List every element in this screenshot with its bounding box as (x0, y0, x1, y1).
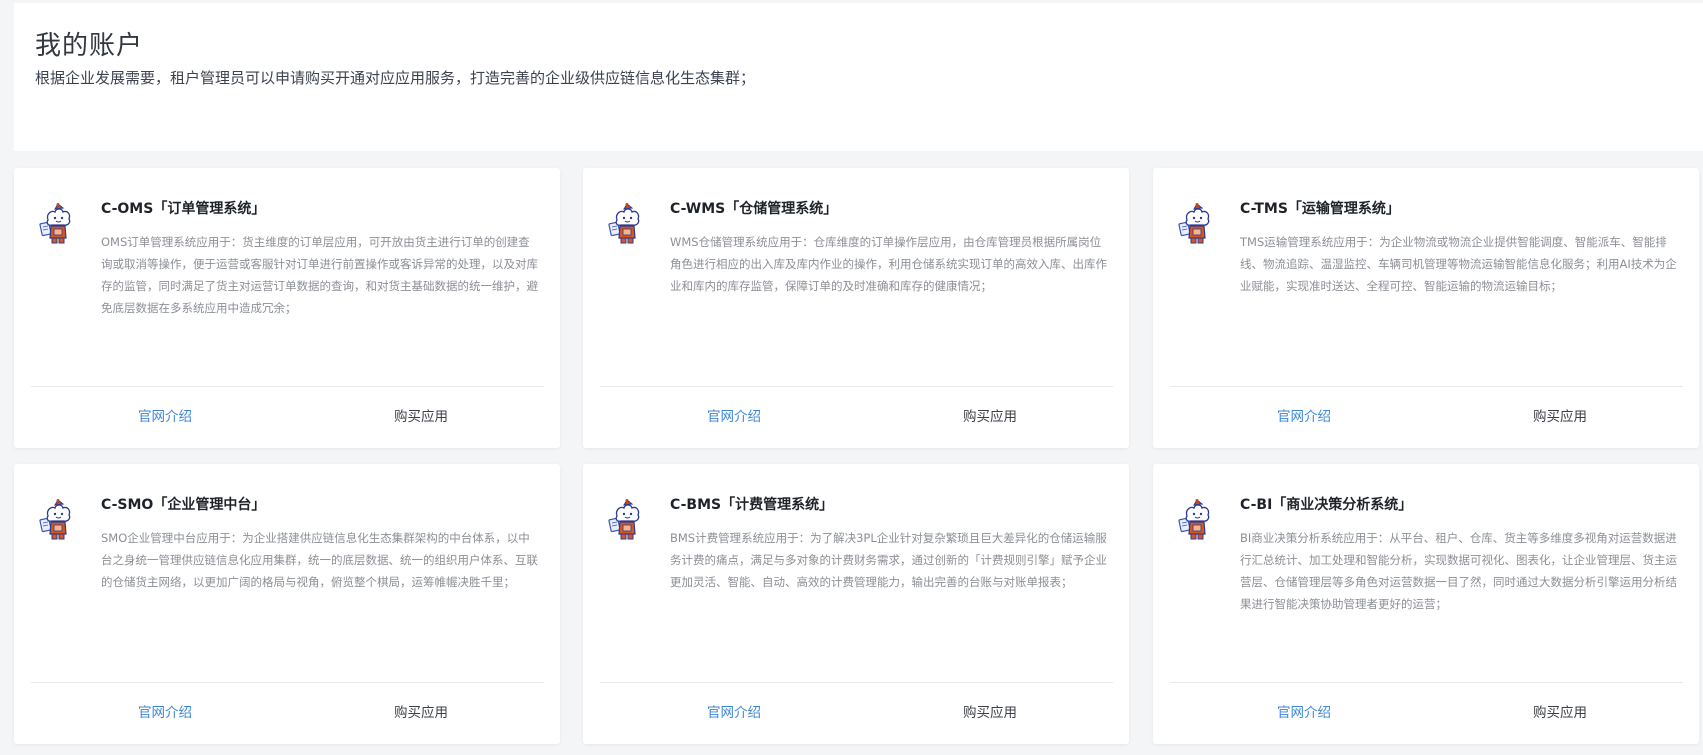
card-title: C-BI「商业决策分析系统」 (1240, 497, 1413, 513)
card-divider (600, 386, 1113, 387)
card-title: C-BMS「计费管理系统」 (670, 497, 834, 513)
buy-button[interactable]: 购买应用 (867, 692, 1113, 734)
intro-button[interactable]: 官网介绍 (611, 396, 857, 438)
mascot-icon (38, 498, 78, 542)
app-card-oms: C-OMS「订单管理系统」 OMS订单管理系统应用于：货主维度的订单层应用，可开… (14, 168, 560, 448)
app-card-bi: C-BI「商业决策分析系统」 BI商业决策分析系统应用于：从平台、租户、仓库、货… (1153, 464, 1699, 744)
card-divider (31, 682, 544, 683)
card-description: BMS计费管理系统应用于：为了解决3PL企业针对复杂繁琐且巨大差异化的仓储运输服… (670, 531, 1107, 589)
intro-button[interactable]: 官网介绍 (611, 692, 857, 734)
card-divider (1170, 386, 1683, 387)
page-subtitle: 根据企业发展需要，租户管理员可以申请购买开通对应应用服务，打造完善的企业级供应链… (35, 69, 756, 87)
intro-button[interactable]: 官网介绍 (42, 692, 288, 734)
account-header: 我的账户 根据企业发展需要，租户管理员可以申请购买开通对应应用服务，打造完善的企… (14, 3, 1703, 151)
buy-button[interactable]: 购买应用 (867, 396, 1113, 438)
page-title: 我的账户 (35, 31, 144, 61)
card-description: WMS仓储管理系统应用于：仓库维度的订单操作层应用，由仓库管理员根据所属岗位角色… (670, 235, 1107, 293)
intro-button[interactable]: 官网介绍 (1181, 692, 1427, 734)
buy-button[interactable]: 购买应用 (1437, 692, 1683, 734)
app-card-bms: C-BMS「计费管理系统」 BMS计费管理系统应用于：为了解决3PL企业针对复杂… (583, 464, 1129, 744)
app-card-smo: C-SMO「企业管理中台」 SMO企业管理中台应用于：为企业搭建供应链信息化生态… (14, 464, 560, 744)
mascot-icon (38, 202, 78, 246)
app-card-tms: C-TMS「运输管理系统」 TMS运输管理系统应用于：为企业物流或物流企业提供智… (1153, 168, 1699, 448)
intro-button[interactable]: 官网介绍 (1181, 396, 1427, 438)
card-description: SMO企业管理中台应用于：为企业搭建供应链信息化生态集群架构的中台体系，以中台之… (101, 531, 538, 589)
card-divider (31, 386, 544, 387)
mascot-icon (607, 498, 647, 542)
card-title: C-SMO「企业管理中台」 (101, 497, 266, 513)
app-card-wms: C-WMS「仓储管理系统」 WMS仓储管理系统应用于：仓库维度的订单操作层应用，… (583, 168, 1129, 448)
intro-button[interactable]: 官网介绍 (42, 396, 288, 438)
card-description: TMS运输管理系统应用于：为企业物流或物流企业提供智能调度、智能派车、智能排线、… (1240, 235, 1677, 293)
buy-button[interactable]: 购买应用 (298, 396, 544, 438)
card-description: BI商业决策分析系统应用于：从平台、租户、仓库、货主等多维度多视角对运营数据进行… (1240, 531, 1677, 611)
card-divider (600, 682, 1113, 683)
card-description: OMS订单管理系统应用于：货主维度的订单层应用，可开放由货主进行订单的创建查询或… (101, 235, 538, 315)
card-title: C-TMS「运输管理系统」 (1240, 201, 1400, 217)
card-title: C-WMS「仓储管理系统」 (670, 201, 838, 217)
card-title: C-OMS「订单管理系统」 (101, 201, 266, 217)
mascot-icon (1177, 202, 1217, 246)
buy-button[interactable]: 购买应用 (298, 692, 544, 734)
card-divider (1170, 682, 1683, 683)
mascot-icon (607, 202, 647, 246)
buy-button[interactable]: 购买应用 (1437, 396, 1683, 438)
mascot-icon (1177, 498, 1217, 542)
